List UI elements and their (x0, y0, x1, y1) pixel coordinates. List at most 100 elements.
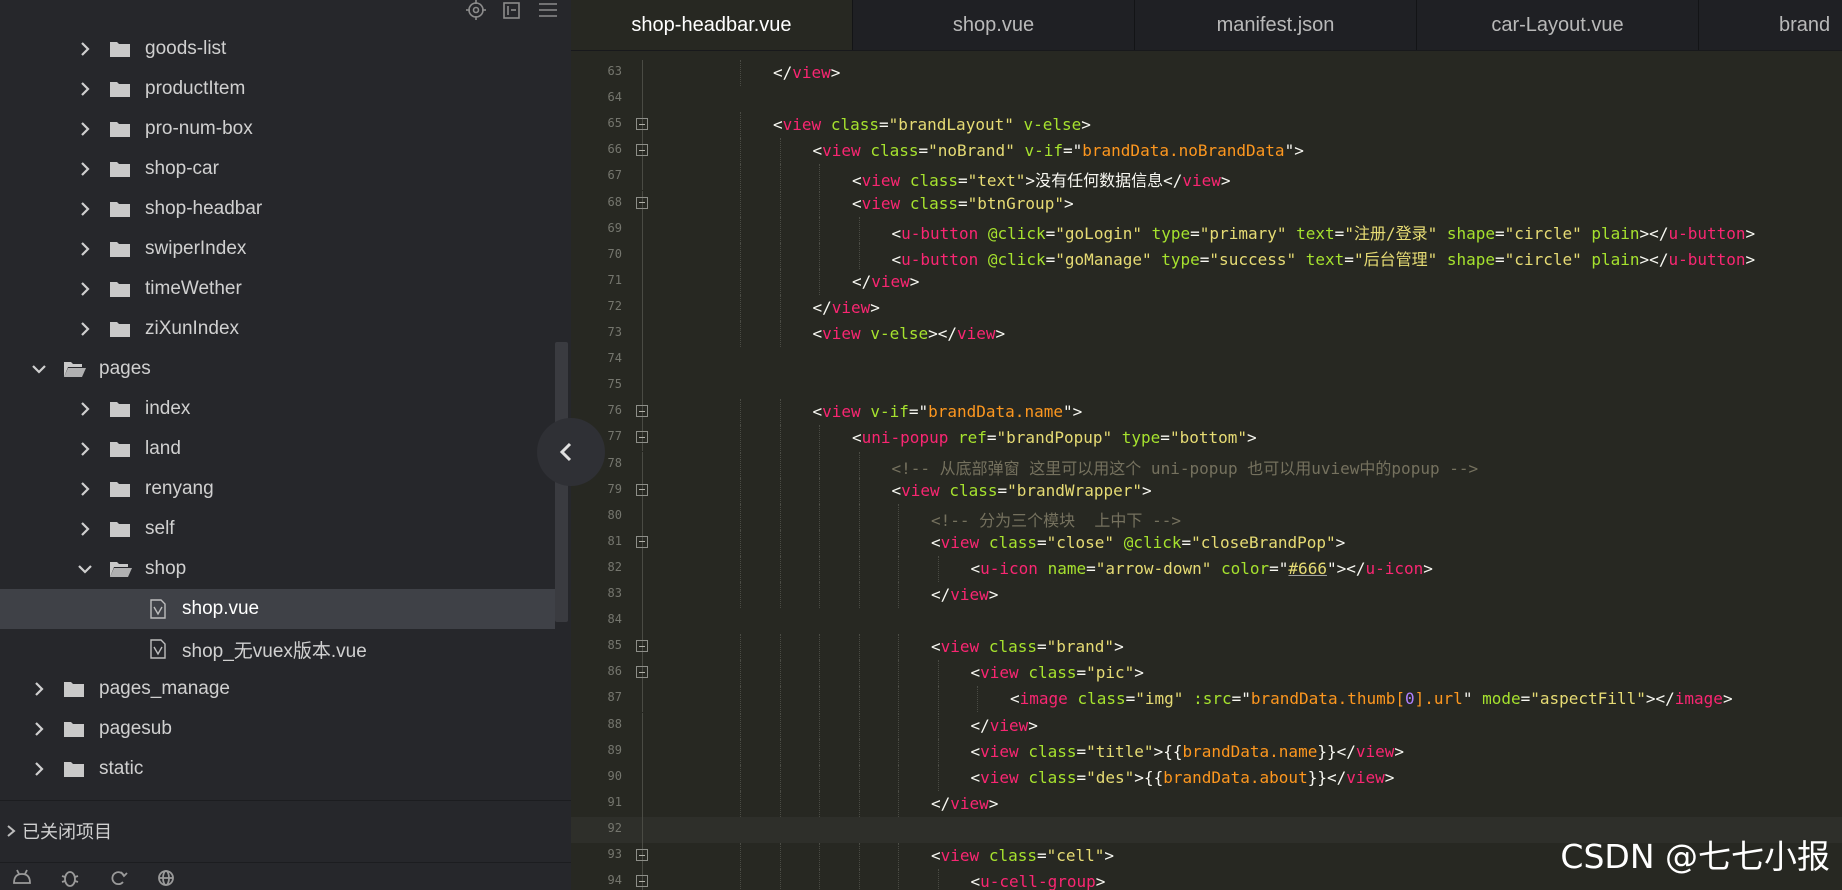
tree-folder-item[interactable]: pages (0, 349, 555, 389)
chevron-right-icon[interactable] (29, 679, 49, 699)
chevron-right-icon[interactable] (75, 279, 95, 299)
fold-toggle-icon[interactable] (636, 875, 648, 888)
code-line[interactable]: 75 (571, 373, 1842, 400)
fold-toggle-icon[interactable] (636, 431, 648, 444)
code-area[interactable]: 63 </view> 64 65 <view class="brandLayout" v… (571, 60, 1842, 890)
code-line[interactable]: 71 </view> (571, 268, 1842, 295)
refresh-icon[interactable] (106, 867, 130, 887)
tree-item-label: shop_无vuex版本.vue (182, 640, 367, 662)
indent-guide (819, 477, 821, 504)
code-line[interactable]: 85 <view class="brand"> (571, 634, 1842, 661)
tree-folder-item[interactable]: static (0, 749, 555, 789)
code-line[interactable]: 74 (571, 347, 1842, 374)
code-line[interactable]: 86 <view class="pic"> (571, 660, 1842, 687)
tree-folder-item[interactable]: timeWether (0, 269, 555, 309)
code-line[interactable]: 90 <view class="des">{{brandData.about}}<… (571, 764, 1842, 791)
tree-folder-item[interactable]: renyang (0, 469, 555, 509)
collapse-sidebar-button[interactable] (537, 418, 605, 486)
chevron-right-icon[interactable] (75, 159, 95, 179)
tree-file-item[interactable]: shop.vue (0, 589, 555, 629)
code-token: view (950, 793, 989, 813)
code-line[interactable]: 79 <view class="brandWrapper"> (571, 477, 1842, 504)
code-line[interactable]: 88 </view> (571, 712, 1842, 739)
chevron-right-icon[interactable] (75, 319, 95, 339)
tree-folder-item[interactable]: pages_manage (0, 669, 555, 709)
code-line[interactable]: 67 <view class="text">没有任何数据信息</view> (571, 164, 1842, 191)
fold-toggle-icon[interactable] (636, 640, 648, 653)
fold-toggle-icon[interactable] (636, 666, 648, 679)
indent-guide (898, 555, 900, 582)
fold-toggle-icon[interactable] (636, 535, 648, 548)
code-line[interactable]: 76 <view v-if="brandData.name"> (571, 399, 1842, 426)
code-line[interactable]: 80 <!-- 分为三个模块 上中下 --> (571, 503, 1842, 530)
code-line[interactable]: 72 </view> (571, 294, 1842, 321)
tree-folder-item[interactable]: self (0, 509, 555, 549)
editor-tab[interactable]: shop.vue (853, 0, 1135, 50)
chevron-right-icon[interactable] (75, 39, 95, 59)
tree-folder-item[interactable]: productItem (0, 69, 555, 109)
chevron-right-icon[interactable] (75, 119, 95, 139)
chevron-right-icon[interactable] (29, 719, 49, 739)
code-line[interactable]: 84 (571, 608, 1842, 635)
code-line[interactable]: 91 </view> (571, 790, 1842, 817)
chevron-right-icon[interactable] (75, 199, 95, 219)
editor-tab[interactable]: manifest.json (1135, 0, 1417, 50)
code-line[interactable]: 87 <image class="img" :src="brandData.thu… (571, 686, 1842, 713)
chevron-right-icon[interactable] (75, 79, 95, 99)
tree-folder-item[interactable]: shop (0, 549, 555, 589)
code-line[interactable]: 65 <view class="brandLayout" v-else> (571, 112, 1842, 139)
tree-folder-item[interactable]: land (0, 429, 555, 469)
target-icon[interactable] (465, 0, 487, 20)
chevron-right-icon[interactable] (75, 399, 95, 419)
editor-tab[interactable]: car-Layout.vue (1417, 0, 1699, 50)
tree-folder-item[interactable]: index (0, 389, 555, 429)
editor-tab[interactable]: shop-headbar.vue (571, 0, 853, 50)
code-line[interactable]: 89 <view class="title">{{brandData.name}}… (571, 738, 1842, 765)
chevron-right-icon[interactable] (75, 439, 95, 459)
chevron-right-icon[interactable] (75, 239, 95, 259)
fold-gutter-line (642, 451, 643, 478)
code-line[interactable]: 63 </view> (571, 60, 1842, 86)
closed-projects-section[interactable]: 已关闭项目 (0, 800, 571, 861)
folder-icon (109, 519, 133, 539)
android-icon[interactable] (10, 867, 34, 887)
editor-tab[interactable]: brand (1699, 0, 1842, 50)
chevron-right-icon[interactable] (75, 519, 95, 539)
tree-folder-item[interactable]: shop-car (0, 149, 555, 189)
tree-folder-item[interactable]: pro-num-box (0, 109, 555, 149)
fold-toggle-icon[interactable] (636, 405, 648, 418)
code-line[interactable]: 68 <view class="btnGroup"> (571, 190, 1842, 217)
tree-folder-item[interactable]: swiperIndex (0, 229, 555, 269)
code-token: <!-- 分为三个模块 上中下 --> (931, 510, 1181, 530)
code-token: "noBrand" (928, 141, 1015, 161)
tree-folder-item[interactable]: shop-headbar (0, 189, 555, 229)
fold-toggle-icon[interactable] (636, 849, 648, 861)
code-line[interactable]: 83 </view> (571, 582, 1842, 608)
tree-folder-item[interactable]: goods-list (0, 29, 555, 69)
bug-icon[interactable] (58, 867, 82, 887)
code-line[interactable]: 70 <u-button @click="goManage" type="succ… (571, 242, 1842, 269)
tree-folder-item[interactable]: pagesub (0, 709, 555, 749)
code-line[interactable]: 73 <view v-else></view> (571, 321, 1842, 347)
chevron-right-icon[interactable] (29, 759, 49, 779)
chevron-down-icon[interactable] (29, 359, 49, 379)
tree-folder-item[interactable]: ziXunIndex (0, 309, 555, 349)
chevron-right-icon[interactable] (75, 479, 95, 499)
tree-file-item[interactable]: shop_无vuex版本.vue (0, 629, 555, 669)
code-line[interactable]: 64 (571, 86, 1842, 113)
code-line[interactable]: 69 <u-button @click="goLogin" type="prima… (571, 216, 1842, 243)
code-line[interactable]: 78 <!-- 从底部弹窗 这里可以用这个 uni-popup 也可以用uview… (571, 451, 1842, 478)
fold-toggle-icon[interactable] (636, 118, 648, 131)
fold-toggle-icon[interactable] (636, 144, 648, 157)
menu-icon[interactable] (537, 0, 559, 20)
code-line[interactable]: 81 <view class="close" @click="closeBrand… (571, 529, 1842, 556)
code-token: = (1036, 637, 1047, 657)
code-line[interactable]: 66 <view class="noBrand" v-if="brandData.… (571, 138, 1842, 165)
chevron-down-icon[interactable] (75, 559, 95, 579)
globe-icon[interactable] (154, 867, 178, 887)
fold-toggle-icon[interactable] (636, 483, 648, 496)
code-line[interactable]: 82 <u-icon name="arrow-down" color="#666"… (571, 555, 1842, 582)
fold-toggle-icon[interactable] (636, 196, 648, 209)
collapse-all-icon[interactable] (501, 0, 523, 20)
code-line[interactable]: 77 <uni-popup ref="brandPopup" type="bott… (571, 425, 1842, 452)
